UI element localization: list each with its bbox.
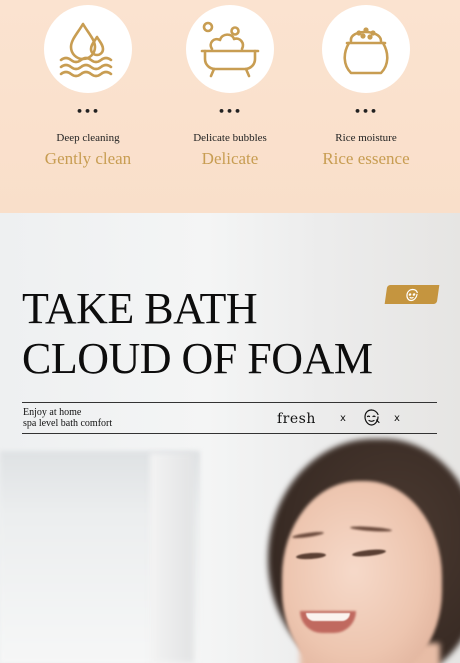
bathtub-bubbles-icon xyxy=(200,21,260,78)
feature-icon-circle xyxy=(322,5,410,93)
feature-deep-cleaning: ••• Deep cleaning Gently clean xyxy=(18,0,158,213)
feature-dots: ••• xyxy=(353,105,379,118)
feature-tagline: Gently clean xyxy=(44,149,132,168)
feature-icon-circle xyxy=(186,5,274,93)
water-drops-waves-icon xyxy=(59,22,113,78)
subtitle-line-1: Enjoy at home xyxy=(23,407,82,418)
feature-rice-moisture: ••• Rice moisture Rice essence xyxy=(296,0,436,213)
feature-label: Rice moisture xyxy=(335,132,397,144)
rice-sack-icon xyxy=(343,27,389,75)
feature-delicate-bubbles: ••• Delicate bubbles Delicate xyxy=(160,0,300,213)
hero-photo xyxy=(0,213,460,663)
feature-label: Deep cleaning xyxy=(56,132,120,144)
x-separator: x xyxy=(340,413,346,424)
divider-top xyxy=(22,402,437,403)
face-mask-icon xyxy=(406,288,418,301)
fresh-label: fresh xyxy=(277,411,316,427)
face-outline-icon xyxy=(364,409,380,426)
feature-dots: ••• xyxy=(217,105,243,118)
feature-label: Delicate bubbles xyxy=(193,132,267,144)
background-window-frame xyxy=(150,453,194,663)
feature-icon-circle xyxy=(44,5,132,93)
feature-tagline: Rice essence xyxy=(322,149,410,168)
divider-bottom xyxy=(22,433,437,434)
subtitle-line-2: spa level bath comfort xyxy=(23,418,113,429)
model-teeth xyxy=(306,613,350,621)
x-separator: x xyxy=(394,413,400,424)
face-badge xyxy=(384,285,440,304)
feature-tagline: Delicate xyxy=(201,149,259,168)
feature-dots: ••• xyxy=(75,105,101,118)
features-band: ••• Deep cleaning Gently clean ••• Delic… xyxy=(0,0,460,213)
headline-line-1: TAKE BATH xyxy=(22,284,258,333)
model-face xyxy=(282,481,442,663)
headline-line-2: CLOUD OF FOAM xyxy=(22,334,373,383)
